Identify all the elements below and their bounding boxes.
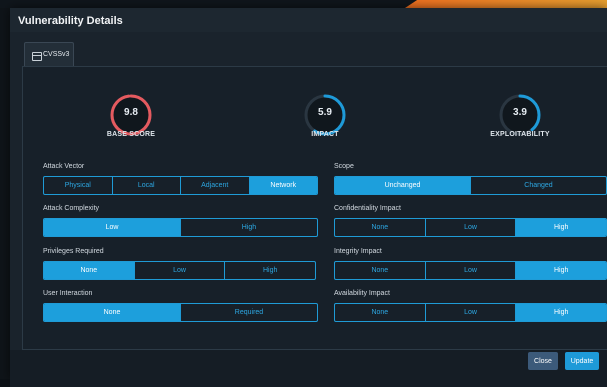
cvss-panel: 9.8 BASE SCORE 5.9 IMPACT 3.9 EXPLOITABI… [22, 66, 607, 350]
modal-header: Vulnerability Details [10, 8, 607, 32]
confidentiality-impact-option-high[interactable]: High [515, 219, 606, 236]
scope-option-changed[interactable]: Changed [470, 177, 606, 194]
vulnerability-details-modal: Vulnerability Details CVSSv3 9.8 BASE SC… [10, 8, 607, 387]
user-interaction-selector: None Required [43, 303, 318, 322]
integrity-impact-option-low[interactable]: Low [424, 262, 516, 279]
tab-label: CVSSv3 [43, 51, 70, 58]
privileges-required-option-low[interactable]: Low [133, 262, 225, 279]
confidentiality-impact-selector: None Low High [334, 218, 607, 237]
attack-complexity-option-high[interactable]: High [180, 219, 317, 236]
tab-cvssv3[interactable]: CVSSv3 [24, 42, 74, 67]
modal-title: Vulnerability Details [18, 15, 123, 27]
scope-label: Scope [334, 163, 354, 170]
availability-impact-label: Availability Impact [334, 290, 390, 297]
availability-impact-option-low[interactable]: Low [424, 304, 516, 321]
privileges-required-label: Privileges Required [43, 248, 104, 255]
attack-complexity-label: Attack Complexity [43, 205, 100, 212]
attack-complexity-option-low[interactable]: Low [44, 219, 180, 236]
base-score-value: 9.8 [124, 107, 138, 118]
integrity-impact-option-none[interactable]: None [335, 262, 425, 279]
privileges-required-option-none[interactable]: None [44, 262, 134, 279]
attack-vector-option-local[interactable]: Local [111, 177, 181, 194]
attack-complexity-selector: Low High [43, 218, 318, 237]
attack-vector-label: Attack Vector [43, 163, 85, 170]
base-score-label: BASE SCORE [106, 131, 156, 138]
calculator-icon [32, 52, 42, 61]
background-accent-bar [405, 0, 607, 8]
user-interaction-option-none[interactable]: None [44, 304, 180, 321]
impact-label: IMPACT [311, 131, 339, 138]
user-interaction-label: User Interaction [43, 290, 93, 297]
confidentiality-impact-option-low[interactable]: Low [424, 219, 516, 236]
attack-vector-selector: Physical Local Adjacent Network [43, 176, 318, 195]
integrity-impact-option-high[interactable]: High [515, 262, 606, 279]
scope-option-unchanged[interactable]: Unchanged [335, 177, 470, 194]
impact-value: 5.9 [318, 107, 332, 118]
integrity-impact-label: Integrity Impact [334, 248, 382, 255]
user-interaction-option-required[interactable]: Required [180, 304, 317, 321]
availability-impact-option-high[interactable]: High [515, 304, 606, 321]
attack-vector-option-physical[interactable]: Physical [44, 177, 112, 194]
privileges-required-option-high[interactable]: High [224, 262, 315, 279]
background-left-edge [0, 8, 10, 379]
modal-footer [10, 350, 607, 387]
confidentiality-impact-label: Confidentiality Impact [334, 205, 401, 212]
availability-impact-selector: None Low High [334, 303, 607, 322]
privileges-required-selector: None Low High [43, 261, 316, 280]
attack-vector-option-network[interactable]: Network [248, 177, 317, 194]
exploitability-value: 3.9 [513, 107, 527, 118]
exploitability-label: EXPLOITABILITY [490, 131, 550, 138]
confidentiality-impact-option-none[interactable]: None [335, 219, 425, 236]
integrity-impact-selector: None Low High [334, 261, 607, 280]
attack-vector-option-adjacent[interactable]: Adjacent [180, 177, 249, 194]
scope-selector: Unchanged Changed [334, 176, 607, 195]
close-button[interactable]: Close [528, 352, 558, 370]
update-button[interactable]: Update [565, 352, 599, 370]
availability-impact-option-none[interactable]: None [335, 304, 425, 321]
